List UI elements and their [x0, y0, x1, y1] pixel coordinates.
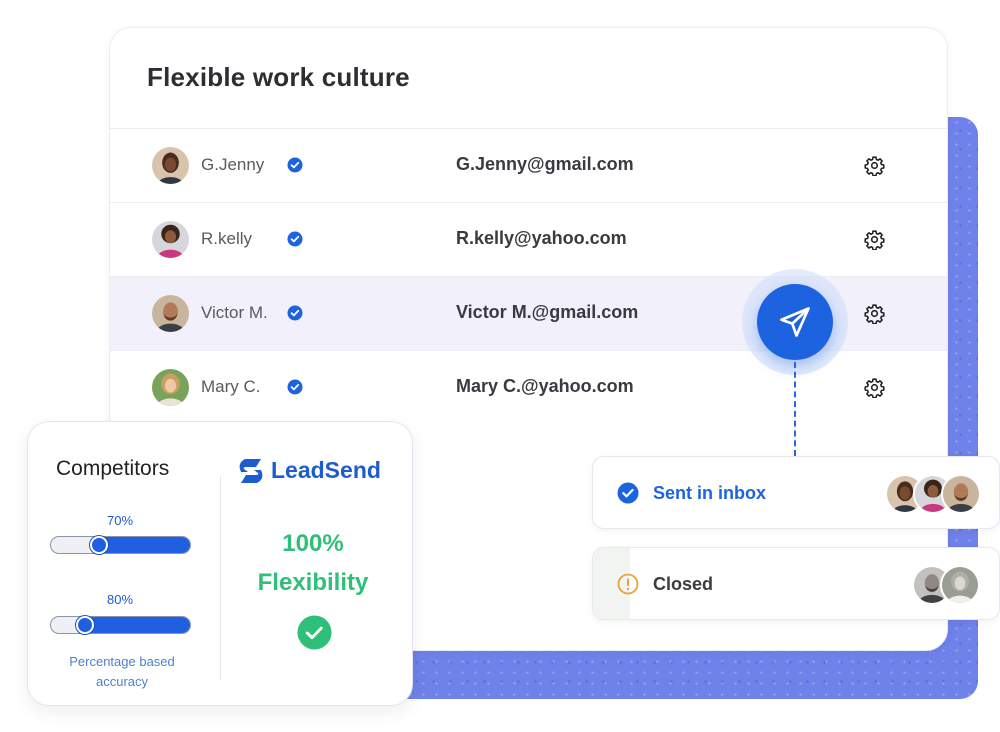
divider [220, 476, 221, 680]
avatar [940, 565, 980, 605]
brand-metric: Flexibility [257, 569, 369, 596]
leadsend-logo-icon [239, 459, 263, 483]
contact-email: Mary C.@yahoo.com [456, 376, 634, 396]
contact-row[interactable]: G.Jenny G.Jenny@gmail.com [110, 128, 947, 202]
brand-value: 100% [282, 530, 344, 557]
avatar [152, 369, 189, 406]
connector-line [794, 362, 796, 456]
status-closed-card[interactable]: Closed [592, 547, 1000, 620]
card-title: Flexible work culture [147, 62, 410, 92]
verified-check-icon [287, 305, 303, 321]
check-badge-icon [297, 615, 332, 650]
comparison-card: Competitors 70% 80% Percentage based acc… [27, 421, 413, 706]
footnote-line: Percentage based [69, 654, 175, 669]
gear-icon[interactable] [864, 155, 885, 176]
contact-email: Victor M.@gmail.com [456, 302, 639, 322]
verified-check-icon [287, 157, 303, 173]
send-button[interactable] [757, 284, 833, 360]
bar-percent-label: 80% [107, 592, 134, 607]
accuracy-bar [50, 536, 191, 554]
accuracy-bar-fill [78, 617, 190, 633]
paper-plane-icon [780, 307, 810, 337]
bar-percent-label: 70% [107, 513, 134, 528]
check-circle-icon [617, 482, 639, 504]
warning-circle-icon [617, 573, 639, 595]
verified-check-icon [287, 379, 303, 395]
status-sent-card[interactable]: Sent in inbox [592, 456, 1000, 529]
footnote-line: accuracy [95, 674, 149, 689]
avatar [152, 147, 189, 184]
avatar [941, 474, 981, 514]
footnote: Percentage based accuracy [52, 652, 192, 692]
contact-email: G.Jenny@gmail.com [456, 154, 634, 174]
avatar [152, 295, 189, 332]
accuracy-bar [50, 616, 191, 634]
gear-icon[interactable] [864, 377, 885, 398]
contact-row[interactable]: R.kelly R.kelly@yahoo.com [110, 202, 947, 276]
contact-name: G.Jenny [201, 155, 265, 174]
brand-name: LeadSend [271, 457, 381, 483]
verified-check-icon [287, 231, 303, 247]
contact-name: Mary C. [201, 377, 261, 396]
competitors-title: Competitors [56, 457, 170, 480]
avatar-stack [885, 474, 981, 514]
contact-email: R.kelly@yahoo.com [456, 228, 627, 248]
status-label: Closed [653, 574, 714, 594]
status-label: Sent in inbox [653, 483, 767, 503]
gear-icon[interactable] [864, 303, 885, 324]
gear-icon[interactable] [864, 229, 885, 250]
contact-name: R.kelly [201, 229, 253, 248]
avatar [152, 221, 189, 258]
avatar-stack [912, 565, 980, 605]
contact-name: Victor M. [201, 303, 268, 322]
